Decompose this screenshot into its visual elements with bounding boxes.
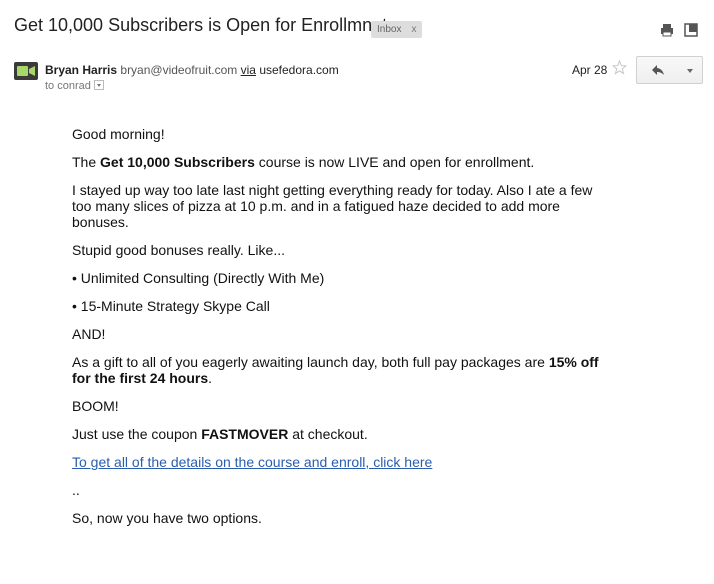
reply-arrow-icon bbox=[652, 65, 664, 75]
coupon-code: FASTMOVER bbox=[201, 426, 289, 442]
paragraph-options: So, now you have two options. bbox=[72, 510, 262, 526]
sender-avatar bbox=[14, 62, 38, 80]
enroll-link[interactable]: To get all of the details on the course … bbox=[72, 454, 432, 470]
text-segment: As a gift to all of you eagerly awaiting… bbox=[72, 354, 549, 370]
text-segment: course is now LIVE and open for enrollme… bbox=[254, 154, 535, 170]
print-icon[interactable] bbox=[660, 23, 674, 37]
course-name: Get 10,000 Subscribers bbox=[100, 154, 255, 170]
new-window-icon[interactable] bbox=[684, 23, 698, 37]
paragraph-bonuses: Stupid good bonuses really. Like... bbox=[72, 242, 285, 258]
paragraph-boom: BOOM! bbox=[72, 398, 119, 414]
show-details-toggle[interactable] bbox=[93, 80, 104, 90]
via-link[interactable]: via bbox=[241, 63, 256, 77]
email-body: Good morning! The Get 10,000 Subscribers… bbox=[72, 126, 612, 538]
sender-name[interactable]: Bryan Harris bbox=[45, 63, 117, 77]
sender-row: Bryan Harris bryan@videofruit.com via us… bbox=[14, 56, 704, 96]
recipient-line: to conrad bbox=[45, 80, 104, 92]
paragraph-discount: As a gift to all of you eagerly awaiting… bbox=[72, 354, 612, 386]
paragraph-course-live: The Get 10,000 Subscribers course is now… bbox=[72, 154, 612, 170]
remove-label-button[interactable]: x bbox=[411, 24, 416, 35]
reply-button[interactable] bbox=[636, 56, 680, 84]
inbox-label-chip[interactable]: Inbox x bbox=[371, 21, 423, 38]
paragraph-late-night: I stayed up way too late last night gett… bbox=[72, 182, 593, 230]
paragraph-coupon: Just use the coupon FASTMOVER at checkou… bbox=[72, 426, 612, 442]
paragraph-dots: .. bbox=[72, 482, 80, 498]
via-domain: usefedora.com bbox=[259, 63, 339, 77]
bullet-skype-call: • 15-Minute Strategy Skype Call bbox=[72, 298, 270, 314]
recipient-text: to conrad bbox=[45, 80, 91, 92]
sender-email: bryan@videofruit.com bbox=[120, 63, 238, 77]
text-segment: Just use the coupon bbox=[72, 426, 202, 442]
label-text: Inbox bbox=[377, 24, 402, 35]
email-subject: Get 10,000 Subscribers is Open for Enrol… bbox=[14, 15, 388, 35]
paragraph-link: To get all of the details on the course … bbox=[72, 454, 612, 470]
email-date: Apr 28 bbox=[572, 63, 608, 77]
text-segment: at checkout. bbox=[288, 426, 368, 442]
star-icon[interactable] bbox=[612, 60, 627, 75]
subject-row: Get 10,000 Subscribers is Open for Enrol… bbox=[14, 8, 704, 38]
more-actions-button[interactable] bbox=[678, 56, 703, 84]
from-line: Bryan Harris bryan@videofruit.com via us… bbox=[45, 63, 339, 77]
text-segment: . bbox=[208, 370, 213, 386]
text-segment: The bbox=[72, 154, 101, 170]
paragraph-and: AND! bbox=[72, 326, 106, 342]
bullet-consulting: • Unlimited Consulting (Directly With Me… bbox=[72, 270, 325, 286]
greeting: Good morning! bbox=[72, 126, 165, 142]
